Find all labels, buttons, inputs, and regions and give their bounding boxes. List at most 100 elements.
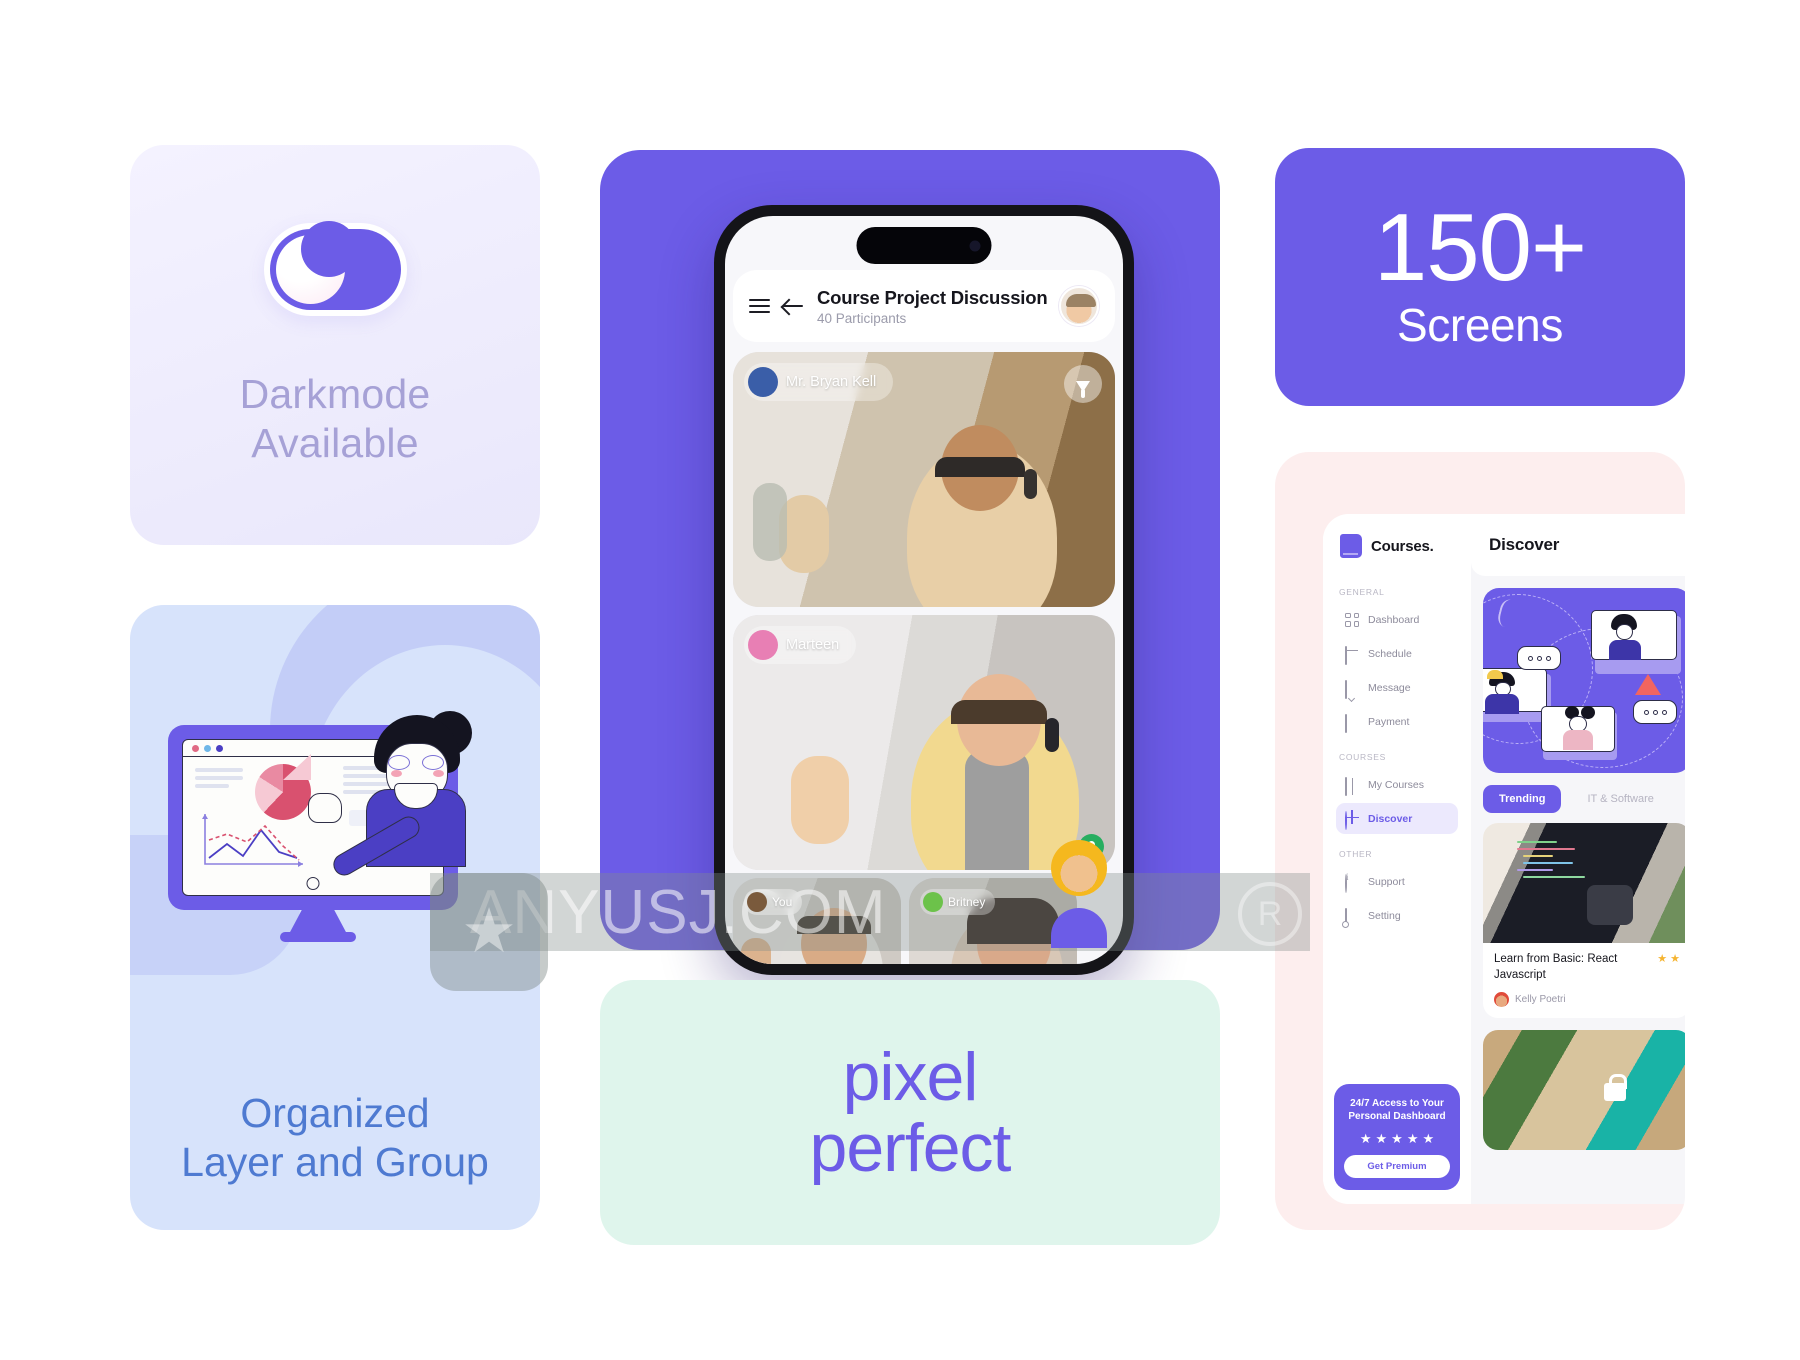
poster-canvas: Darkmode Available Organized Layer and G…: [0, 0, 1800, 1360]
window-dot-purple: [216, 744, 223, 752]
sidebar-item-label: Schedule: [1368, 647, 1412, 660]
star-icon: ★: [1657, 953, 1668, 965]
cheek: [433, 770, 444, 777]
sidebar-item-my-courses[interactable]: My Courses: [1336, 769, 1458, 800]
monitor-base: [280, 932, 356, 942]
premium-title: 24/7 Access to Your Personal Dashboard: [1348, 1098, 1446, 1122]
name-chip: Marteen: [744, 626, 857, 664]
phone-frame: Course Project Discussion 40 Participant…: [714, 205, 1134, 975]
yellow-beanie: [1487, 670, 1503, 679]
star-icon: ★: [1391, 1131, 1403, 1146]
course-card-security[interactable]: [1483, 1030, 1685, 1151]
headset-icon: [1045, 718, 1059, 752]
text-line: [195, 784, 229, 788]
star-icon: ★: [1406, 1131, 1419, 1146]
discover-title: Discover: [1489, 535, 1560, 554]
tab-trending[interactable]: Trending: [1483, 785, 1562, 813]
star-icon: ★: [1670, 953, 1680, 965]
dashboard-sidebar: Courses. GENERAL Dashboard Schedule Mess…: [1323, 514, 1471, 1204]
sidebar-item-payment[interactable]: Payment: [1336, 706, 1458, 737]
triangle-decoration: [1635, 674, 1661, 695]
person-face: [1616, 624, 1633, 640]
course-thumbnail: [1483, 1030, 1685, 1151]
shirt: [965, 750, 1029, 870]
front-camera-icon: [969, 240, 981, 251]
line-chart-icon: [202, 814, 303, 867]
avatar: [923, 892, 943, 912]
screens-count-card: 150+ Screens: [1275, 148, 1685, 406]
sidebar-item-label: Support: [1368, 875, 1405, 888]
sidebar-item-message[interactable]: Message: [1336, 672, 1458, 703]
monitor-neck: [289, 910, 347, 934]
name-chip: Mr. Bryan Kell: [744, 363, 894, 401]
premium-promo-card: 24/7 Access to Your Personal Dashboard ★…: [1334, 1084, 1460, 1190]
avatar: [1494, 992, 1509, 1008]
chat-bubble-icon: [1345, 679, 1359, 699]
sidebar-item-setting[interactable]: Setting: [1336, 900, 1458, 931]
gear-icon: [1345, 907, 1359, 927]
window-dot-blue: [204, 744, 211, 752]
back-arrow-icon[interactable]: [783, 298, 804, 314]
name-chip: You: [744, 889, 803, 915]
pixel-perfect-label: pixel perfect: [809, 1042, 1012, 1186]
hamburger-menu-icon[interactable]: [749, 298, 770, 314]
screens-count: 150+: [1373, 194, 1587, 302]
name-chip: Britney: [920, 889, 996, 915]
participant-name: Marteen: [786, 637, 840, 653]
pin-icon[interactable]: [1064, 365, 1102, 403]
course-row: Learn from Basic: React Javascript ★ ★: [1494, 952, 1680, 983]
avatar: [747, 892, 767, 912]
course-author: Kelly Poetri: [1494, 992, 1680, 1008]
organized-layer-label: Organized Layer and Group: [181, 1090, 489, 1185]
person-torso: [1485, 694, 1519, 714]
monitor-illustration: [168, 711, 472, 942]
nav-group-label-general: GENERAL: [1339, 587, 1385, 597]
sidebar-item-dashboard[interactable]: Dashboard: [1336, 604, 1458, 635]
sidebar-item-support[interactable]: Support: [1336, 866, 1458, 897]
video-tile-bryan[interactable]: Mr. Bryan Kell: [733, 352, 1115, 607]
moon-icon: [275, 221, 357, 305]
phone-lock-photo: [1483, 1030, 1685, 1151]
avatar[interactable]: [1051, 840, 1107, 896]
screens-caption: Screens: [1397, 298, 1563, 351]
video-tile-marteen[interactable]: Marteen: [733, 615, 1115, 870]
grid-icon: [1345, 612, 1359, 627]
cheek: [391, 770, 402, 777]
star-icon: ★: [1375, 1131, 1388, 1146]
get-premium-button[interactable]: Get Premium: [1344, 1155, 1450, 1178]
course-author-name: Kelly Poetri: [1515, 994, 1566, 1006]
sidebar-item-schedule[interactable]: Schedule: [1336, 638, 1458, 669]
sidebar-item-discover[interactable]: Discover: [1336, 803, 1458, 834]
app-header: Course Project Discussion 40 Participant…: [733, 270, 1115, 342]
floating-avatar-stack[interactable]: [1051, 840, 1113, 960]
window-dot-red: [192, 744, 199, 752]
pixel-line-2: perfect: [809, 1109, 1012, 1186]
laptop-photo: [1483, 823, 1685, 943]
person-torso: [1609, 640, 1641, 660]
open-book-icon: [1345, 776, 1359, 796]
text-line: [195, 776, 243, 780]
participant-name: You: [772, 895, 793, 909]
darkmode-toggle[interactable]: [263, 221, 407, 317]
course-body: Learn from Basic: React Javascript ★ ★ K…: [1483, 943, 1685, 1018]
code-line: [1517, 848, 1575, 850]
toggle-track: [269, 221, 401, 311]
code-line: [1517, 841, 1557, 843]
lock-icon: [1603, 1073, 1627, 1101]
sidebar-item-label: Payment: [1368, 715, 1410, 728]
course-card-react[interactable]: Learn from Basic: React Javascript ★ ★ K…: [1483, 823, 1685, 1019]
star-icon: ★: [1359, 1131, 1372, 1146]
discover-tabs: Trending IT & Software: [1471, 773, 1685, 823]
hair: [935, 457, 1025, 477]
dashboard-main: Discover Trending IT & Software Learn fr…: [1471, 514, 1685, 1204]
participant-name: Mr. Bryan Kell: [786, 374, 877, 390]
profile-avatar[interactable]: [1059, 286, 1099, 326]
sidebar-item-label: My Courses: [1368, 778, 1425, 791]
dashboard-topbar: Discover: [1471, 514, 1685, 576]
avatar: [748, 630, 778, 660]
avatar[interactable]: [1051, 908, 1107, 948]
tab-it-software[interactable]: IT & Software: [1571, 785, 1669, 813]
code-line: [1523, 855, 1553, 857]
calendar-icon: [1345, 645, 1359, 665]
person-torso: [1563, 730, 1593, 750]
